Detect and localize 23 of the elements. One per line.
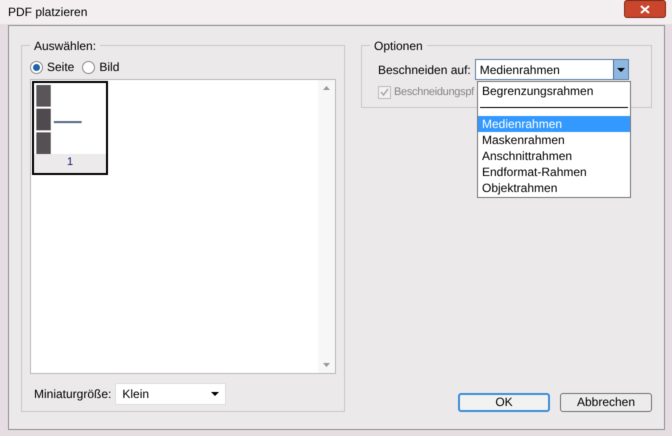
crop-dropdown[interactable]: Medienrahmen: [474, 59, 629, 80]
size-dropdown[interactable]: Klein: [115, 383, 226, 405]
scroll-down-icon: [323, 363, 330, 367]
dropdown-item[interactable]: Objektrahmen: [478, 180, 630, 196]
close-icon: [640, 4, 650, 14]
dropdown-item[interactable]: Begrenzungsrahmen: [478, 83, 630, 99]
field-label: Beschneiden auf:: [378, 62, 471, 78]
caret-icon: [211, 392, 220, 396]
dropdown-item[interactable]: Endformat-Rahmen: [478, 164, 630, 180]
dropdown-item[interactable]: Anschnittrahmen: [478, 148, 630, 164]
dropdown-item[interactable]: Maskenrahmen: [478, 132, 630, 148]
page-number: 1: [34, 154, 106, 173]
close-button[interactable]: [624, 0, 666, 18]
dialog-button[interactable]: OK: [458, 393, 550, 412]
scroll-up-icon: [323, 86, 330, 90]
caret-icon: [616, 68, 625, 72]
field-label: Miniaturgröße:: [34, 386, 112, 403]
dropdown-toggle[interactable]: [612, 60, 628, 79]
radio-option[interactable]: Bild: [82, 58, 120, 76]
radio-option[interactable]: Seite: [30, 58, 74, 76]
window-title: PDF platzieren: [8, 4, 88, 21]
dialog-button[interactable]: Abbrechen: [560, 393, 652, 412]
page-thumbnail[interactable]: 1: [32, 81, 108, 175]
